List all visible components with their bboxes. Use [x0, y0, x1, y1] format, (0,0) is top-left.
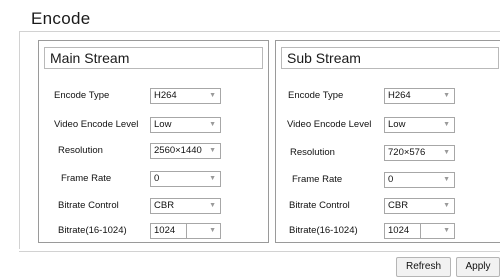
main-bitrate-value[interactable]: 1024	[151, 224, 187, 238]
main-encode-type-value: H264	[154, 90, 177, 101]
sub-video-encode-level-row: Video Encode Level Low ▼	[276, 117, 500, 135]
refresh-button[interactable]: Refresh	[396, 257, 451, 277]
sub-bitrate-label: Bitrate(16-1024)	[289, 225, 358, 236]
main-encode-type-select[interactable]: H264 ▼	[150, 88, 221, 104]
main-video-encode-level-label: Video Encode Level	[54, 119, 139, 130]
main-stream-panel: Main Stream Encode Type H264 ▼ Video Enc…	[38, 40, 269, 243]
sub-resolution-value: 720×576	[388, 147, 426, 158]
sub-stream-panel: Sub Stream Encode Type H264 ▼ Video Enco…	[275, 40, 500, 243]
main-frame-rate-row: Frame Rate 0 ▼	[39, 171, 268, 189]
chevron-down-icon: ▼	[209, 175, 216, 182]
chevron-down-icon[interactable]: ▼	[209, 224, 216, 238]
page-title: Encode	[31, 9, 91, 28]
main-video-encode-level-select[interactable]: Low ▼	[150, 117, 221, 133]
main-resolution-select[interactable]: 2560×1440 ▼	[150, 143, 221, 159]
sub-video-encode-level-value: Low	[388, 119, 406, 130]
main-bitrate-control-select[interactable]: CBR ▼	[150, 198, 221, 214]
sub-bitrate-combobox[interactable]: 1024 ▼	[384, 223, 455, 239]
chevron-down-icon: ▼	[209, 202, 216, 209]
chevron-down-icon: ▼	[209, 121, 216, 128]
sub-bitrate-control-value: CBR	[388, 200, 409, 211]
sub-stream-title: Sub Stream	[287, 50, 361, 66]
chevron-down-icon: ▼	[443, 92, 450, 99]
chevron-down-icon: ▼	[443, 202, 450, 209]
sub-bitrate-value[interactable]: 1024	[385, 224, 421, 238]
main-encode-type-label: Encode Type	[54, 90, 110, 101]
main-stream-title: Main Stream	[50, 50, 130, 66]
sub-encode-type-row: Encode Type H264 ▼	[276, 88, 500, 106]
main-stream-header: Main Stream	[44, 47, 263, 69]
sub-frame-rate-value: 0	[388, 174, 394, 185]
sub-encode-type-select[interactable]: H264 ▼	[384, 88, 455, 104]
sub-bitrate-control-select[interactable]: CBR ▼	[384, 198, 455, 214]
main-bitrate-control-value: CBR	[154, 200, 175, 211]
chevron-down-icon: ▼	[209, 147, 216, 154]
chevron-down-icon: ▼	[209, 92, 216, 99]
sub-encode-type-value: H264	[388, 90, 411, 101]
sub-resolution-label: Resolution	[290, 147, 335, 158]
sub-resolution-row: Resolution 720×576 ▼	[276, 145, 500, 163]
main-bitrate-row: Bitrate(16-1024) 1024 ▼	[39, 223, 268, 241]
main-bitrate-label: Bitrate(16-1024)	[58, 225, 127, 236]
main-frame-rate-label: Frame Rate	[61, 173, 112, 184]
sub-frame-rate-select[interactable]: 0 ▼	[384, 172, 455, 188]
chevron-down-icon: ▼	[443, 176, 450, 183]
sub-video-encode-level-select[interactable]: Low ▼	[384, 117, 455, 133]
sub-bitrate-row: Bitrate(16-1024) 1024 ▼	[276, 223, 500, 241]
footer-divider	[19, 251, 500, 252]
main-bitrate-control-row: Bitrate Control CBR ▼	[39, 198, 268, 216]
sub-video-encode-level-label: Video Encode Level	[287, 119, 372, 130]
main-bitrate-control-label: Bitrate Control	[58, 200, 119, 211]
chevron-down-icon: ▼	[443, 149, 450, 156]
main-resolution-row: Resolution 2560×1440 ▼	[39, 143, 268, 161]
main-frame-rate-select[interactable]: 0 ▼	[150, 171, 221, 187]
main-frame-rate-value: 0	[154, 173, 160, 184]
main-resolution-label: Resolution	[58, 145, 103, 156]
apply-button[interactable]: Apply	[456, 257, 500, 277]
main-resolution-value: 2560×1440	[154, 145, 202, 156]
sub-bitrate-control-row: Bitrate Control CBR ▼	[276, 198, 500, 216]
main-encode-type-row: Encode Type H264 ▼	[39, 88, 268, 106]
main-bitrate-combobox[interactable]: 1024 ▼	[150, 223, 221, 239]
chevron-down-icon[interactable]: ▼	[443, 224, 450, 238]
sub-stream-header: Sub Stream	[281, 47, 499, 69]
sub-encode-type-label: Encode Type	[288, 90, 344, 101]
chevron-down-icon: ▼	[443, 121, 450, 128]
main-video-encode-level-row: Video Encode Level Low ▼	[39, 117, 268, 135]
sub-resolution-select[interactable]: 720×576 ▼	[384, 145, 455, 161]
sub-frame-rate-label: Frame Rate	[292, 174, 343, 185]
sub-frame-rate-row: Frame Rate 0 ▼	[276, 172, 500, 190]
main-video-encode-level-value: Low	[154, 119, 172, 130]
sub-bitrate-control-label: Bitrate Control	[289, 200, 350, 211]
